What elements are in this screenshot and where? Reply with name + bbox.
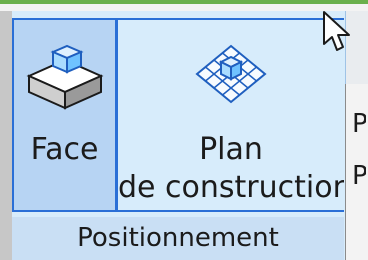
plan-label-line1: Plan [199,132,263,167]
cube-face-icon [23,34,107,114]
face-button[interactable]: Face [12,18,118,212]
group-label: Positionnement [12,217,344,260]
title-accent-line [0,0,368,4]
plan-label-line2: de construction [118,170,344,205]
panel-left-edge [0,11,12,260]
face-label: Face [30,132,99,167]
mouse-cursor-icon [322,10,354,54]
construction-plane-icon [189,34,273,114]
menu-item-2[interactable]: P [352,162,366,190]
menu-peek[interactable]: P P [345,84,368,260]
construction-plane-button[interactable]: Plan de construction [118,18,344,212]
menu-item-1[interactable]: P [352,110,366,138]
